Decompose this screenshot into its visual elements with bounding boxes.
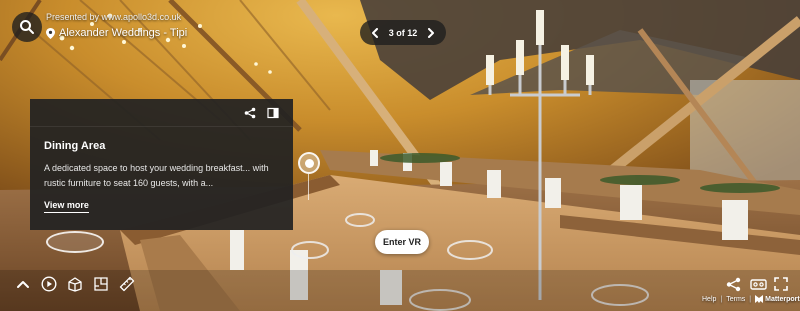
presenter-credit[interactable]: Presented by www.apollo3d.co.uk [46,12,181,22]
share-icon [726,277,740,291]
enter-vr-button[interactable]: Enter VR [375,230,429,254]
share-space-button[interactable] [724,275,742,293]
location-pin-icon [46,27,55,39]
chevron-left-icon [372,27,378,38]
terms-link[interactable]: Terms [726,296,745,303]
vr-headset-icon [749,278,767,290]
bottom-left-toolbar [14,274,144,294]
help-link[interactable]: Help [702,296,716,303]
matterport-brand-text: Matterport [765,295,800,303]
vr-mode-button[interactable] [749,275,767,293]
dollhouse-icon [68,277,82,292]
ruler-icon [119,276,135,292]
card-description: A dedicated space to host your wedding b… [44,163,269,188]
mattertag-marker-dot [304,158,314,168]
search-icon [20,20,34,34]
view-more-link[interactable]: View more [44,200,89,213]
matterport-logo-icon [755,295,764,303]
fullscreen-button[interactable] [772,275,790,293]
collapse-card-button[interactable] [266,106,280,120]
footer-separator: | [720,295,723,303]
matterport-brand-link[interactable]: Matterport [755,295,800,303]
measure-button[interactable] [118,275,136,293]
highlight-pager: 3 of 12 [360,20,446,45]
share-tag-button[interactable] [243,106,257,120]
floorplan-view-button[interactable] [92,275,110,293]
dollhouse-view-button[interactable] [66,275,84,293]
card-toolbar [30,99,293,127]
share-icon [244,107,256,119]
card-title: Dining Area [44,140,106,152]
previous-highlight-button[interactable] [368,26,382,40]
panel-collapse-icon [267,107,279,119]
footer-separator: | [749,295,752,303]
floorplan-icon [94,277,108,291]
footer-links: Help | Terms | Matterport [702,295,800,303]
chevron-up-icon [17,281,29,288]
navigation-ring[interactable] [46,231,104,253]
highlight-counter: 3 of 12 [388,27,418,38]
mattertag-stem [308,174,309,200]
chevron-right-icon [427,27,434,38]
mattertag-marker[interactable] [298,152,320,174]
search-button[interactable] [12,12,42,42]
play-tour-button[interactable] [40,275,58,293]
next-highlight-button[interactable] [424,26,438,40]
space-title: Alexander Weddings - Tipi [46,27,187,39]
play-icon [41,276,57,292]
space-title-text: Alexander Weddings - Tipi [59,27,188,39]
collapse-ui-button[interactable] [14,275,32,293]
fullscreen-icon [774,277,788,291]
